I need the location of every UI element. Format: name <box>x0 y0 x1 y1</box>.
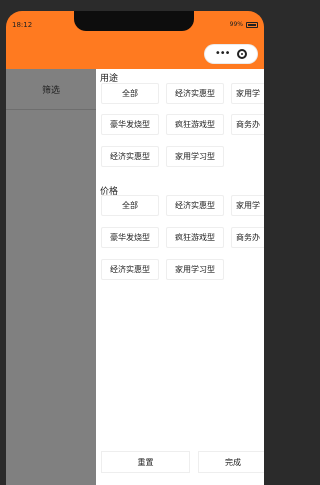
price-option-business[interactable]: 商务办 <box>231 227 264 248</box>
price-option-gaming[interactable]: 疯狂游戏型 <box>166 227 224 248</box>
status-right: 99% <box>230 21 258 28</box>
usage-option-economy-2[interactable]: 经济实惠型 <box>101 146 159 167</box>
usage-option-gaming[interactable]: 疯狂游戏型 <box>166 114 224 135</box>
filter-label: 筛选 <box>41 85 60 96</box>
done-button[interactable]: 完成 <box>198 451 264 473</box>
mini-program-capsule: ••• <box>204 44 258 64</box>
more-dots-icon[interactable]: ••• <box>215 49 231 59</box>
usage-option-luxury[interactable]: 豪华发烧型 <box>101 114 159 135</box>
usage-option-economy[interactable]: 经济实惠型 <box>166 83 224 104</box>
price-option-all[interactable]: 全部 <box>101 195 159 216</box>
status-time: 18:12 <box>12 21 33 29</box>
notch <box>74 11 194 31</box>
filter-panel: 用途 全部 经济实惠型 家用学 豪华发烧型 疯狂游戏型 商务办 经济实惠型 家用… <box>96 69 264 485</box>
price-option-economy-2[interactable]: 经济实惠型 <box>101 259 159 280</box>
price-option-home-study-2[interactable]: 家用学习型 <box>166 259 224 280</box>
phone-screen: 18:12 99% ••• 筛选 用途 全部 经济实惠型 家用学 豪华发烧型 疯… <box>6 11 264 485</box>
battery-icon <box>246 21 258 28</box>
price-option-home-study[interactable]: 家用学 <box>231 195 264 216</box>
battery-percent: 99% <box>229 21 243 28</box>
price-option-luxury[interactable]: 豪华发烧型 <box>101 227 159 248</box>
usage-option-home-study-2[interactable]: 家用学习型 <box>166 146 224 167</box>
price-option-economy[interactable]: 经济实惠型 <box>166 195 224 216</box>
target-icon[interactable] <box>237 49 248 59</box>
filter-button[interactable]: 筛选 <box>6 69 96 110</box>
reset-button[interactable]: 重置 <box>101 451 190 473</box>
usage-option-home-study[interactable]: 家用学 <box>231 83 264 104</box>
overlay-mask[interactable]: 筛选 <box>6 69 96 485</box>
usage-option-business[interactable]: 商务办 <box>231 114 264 135</box>
usage-option-all[interactable]: 全部 <box>101 83 159 104</box>
